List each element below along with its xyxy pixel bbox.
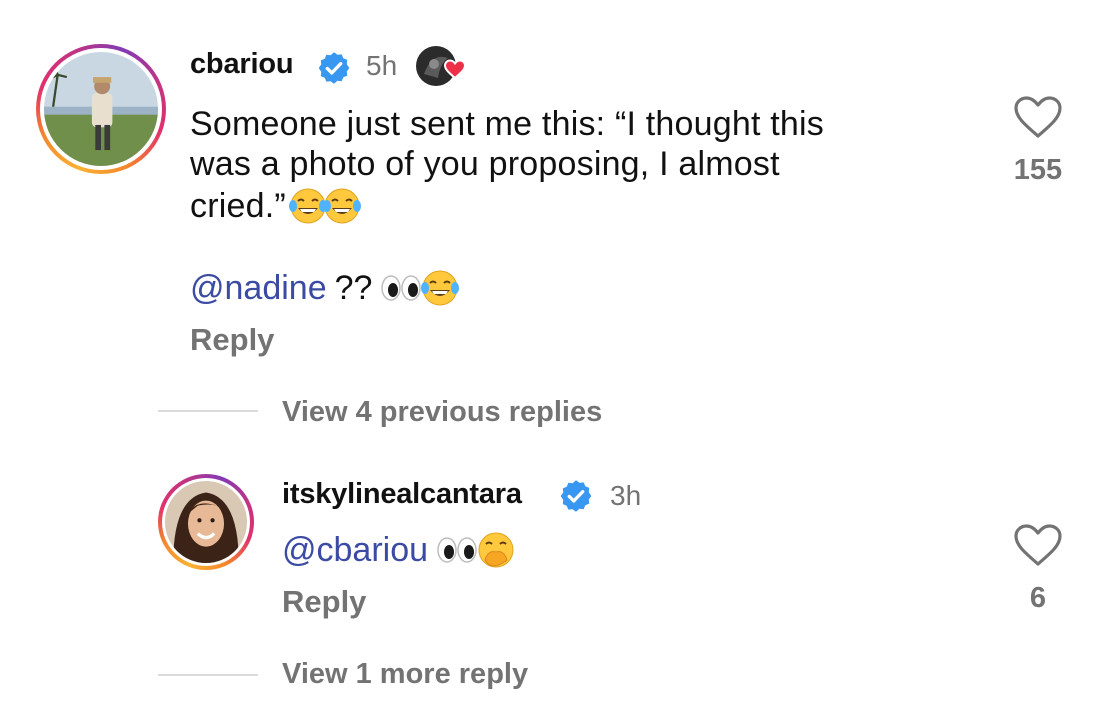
comment-mention-line: @nadine ?? — [190, 266, 460, 310]
replies-divider — [158, 410, 258, 412]
comment-time: 5h — [366, 50, 398, 81]
reply-button[interactable]: Reply — [190, 322, 274, 358]
heart-icon[interactable] — [1012, 94, 1064, 140]
mention-link[interactable]: @nadine — [190, 269, 327, 308]
view-more-reply-button[interactable]: View 1 more reply — [282, 658, 528, 691]
reply-time: 3h — [610, 480, 642, 511]
heart-icon[interactable] — [1012, 522, 1064, 568]
comment-text-line-2: was a photo of you proposing, I almost — [190, 145, 780, 183]
face-with-tears-of-joy-icon — [421, 270, 460, 306]
comment-username[interactable]: cbariou — [190, 48, 294, 81]
eyes-icon — [437, 537, 477, 563]
comment-text-line-3-text: cried.” — [190, 187, 286, 225]
avatar-photo — [44, 52, 158, 166]
avatar-itskylinealcantara[interactable] — [158, 474, 254, 570]
mention-emojis — [380, 268, 460, 308]
avatar-photo — [165, 481, 247, 563]
view-previous-replies-button[interactable]: View 4 previous replies — [282, 396, 602, 429]
like-count: 155 — [1013, 154, 1063, 186]
mention-suffix: ?? — [334, 268, 373, 307]
comment-text-line-3: cried.” — [190, 184, 362, 228]
face-with-hand-over-mouth-icon — [478, 532, 514, 568]
eyes-icon — [381, 275, 422, 301]
mention-emojis — [436, 530, 516, 570]
verified-badge-icon — [318, 52, 350, 84]
verified-badge-icon — [560, 480, 592, 512]
reply-mention-line: @cbariou — [282, 528, 516, 572]
mention-link[interactable]: @cbariou — [282, 531, 428, 570]
comment-text-line-1: Someone just sent me this: “I thought th… — [190, 105, 824, 143]
reply-button[interactable]: Reply — [282, 584, 366, 620]
avatar-cbariou[interactable] — [36, 44, 166, 174]
replies-divider — [158, 674, 258, 676]
like-count: 6 — [1029, 582, 1047, 614]
face-with-tears-of-joy-icon — [322, 188, 361, 224]
reply-username[interactable]: itskylinealcantara — [282, 478, 522, 511]
author-liked-avatar-icon — [416, 46, 467, 86]
